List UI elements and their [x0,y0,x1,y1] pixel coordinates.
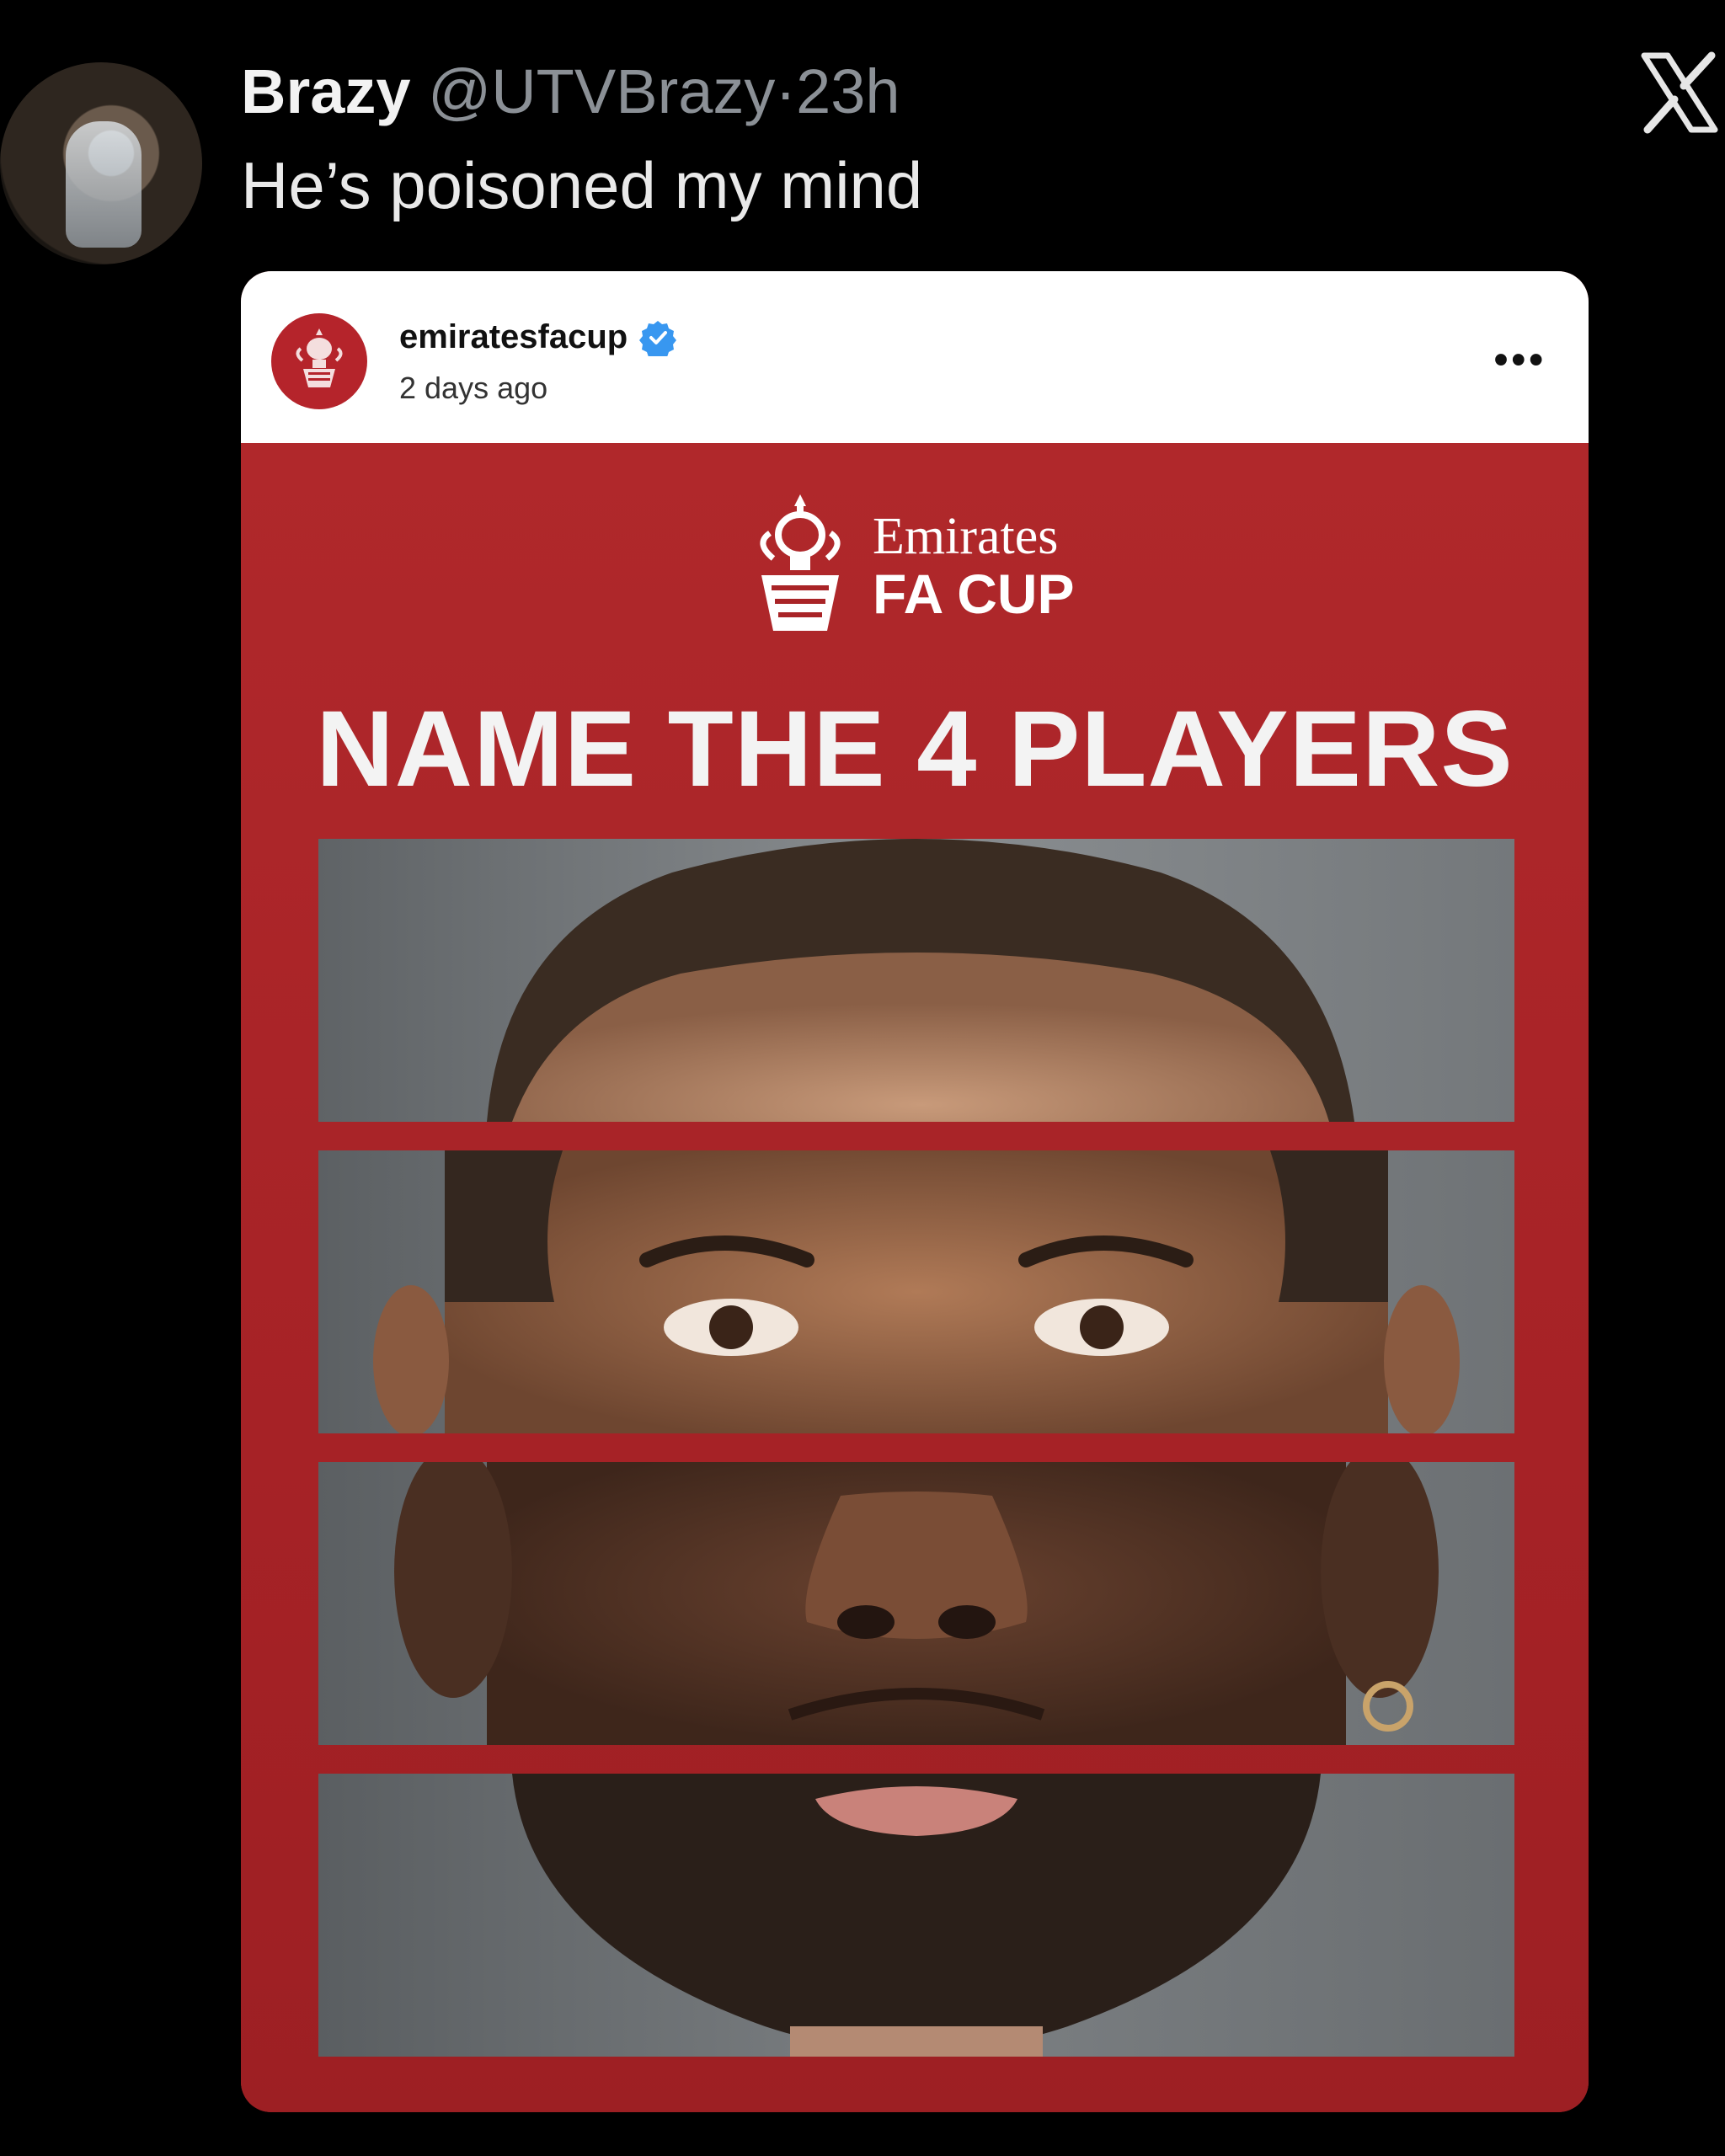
verified-badge-icon [639,320,677,356]
tweet-timestamp[interactable]: 23h [796,56,900,126]
brand-wordmark: Emirates FA CUP [873,510,1075,622]
avatar-photo [66,121,142,248]
tweet-header: Brazy @UTVBrazy·23h [241,54,900,130]
author-display-name[interactable]: Brazy [241,56,411,126]
embedded-post-card[interactable]: emiratesfacup 2 days ago ••• Emirates FA… [241,271,1589,2112]
brand-line-fa-cup: FA CUP [873,563,1075,625]
fa-cup-trophy-icon [275,318,363,405]
face-strip-3-nose [318,1462,1514,1745]
post-username[interactable]: emiratesfacup [399,318,628,356]
x-logo-icon[interactable] [1637,51,1722,135]
post-username-row: emiratesfacup [399,318,677,356]
post-timestamp: 2 days ago [399,371,548,405]
post-header: emiratesfacup 2 days ago ••• [241,271,1589,443]
tweet-text: He’s poisoned my mind [241,148,923,222]
header-separator: · [775,56,797,126]
fa-cup-logo-trophy-icon [760,494,841,631]
brand-line-emirates: Emirates [873,508,1059,565]
face-strip-4-chin [318,1774,1514,2057]
emirates-fa-cup-logo: Emirates FA CUP [753,490,1075,642]
post-image[interactable]: Emirates FA CUP NAME THE 4 PLAYERS [241,443,1589,2112]
quiz-headline: NAME THE 4 PLAYERS [316,689,1514,809]
author-handle[interactable]: @UTVBrazy [428,56,775,126]
post-author-avatar[interactable] [271,313,367,409]
face-strip-1-forehead [318,839,1514,1122]
face-strip-2-eyes [318,1150,1514,1433]
tweet-author-avatar[interactable] [0,62,202,264]
more-options-icon[interactable]: ••• [1494,340,1546,381]
